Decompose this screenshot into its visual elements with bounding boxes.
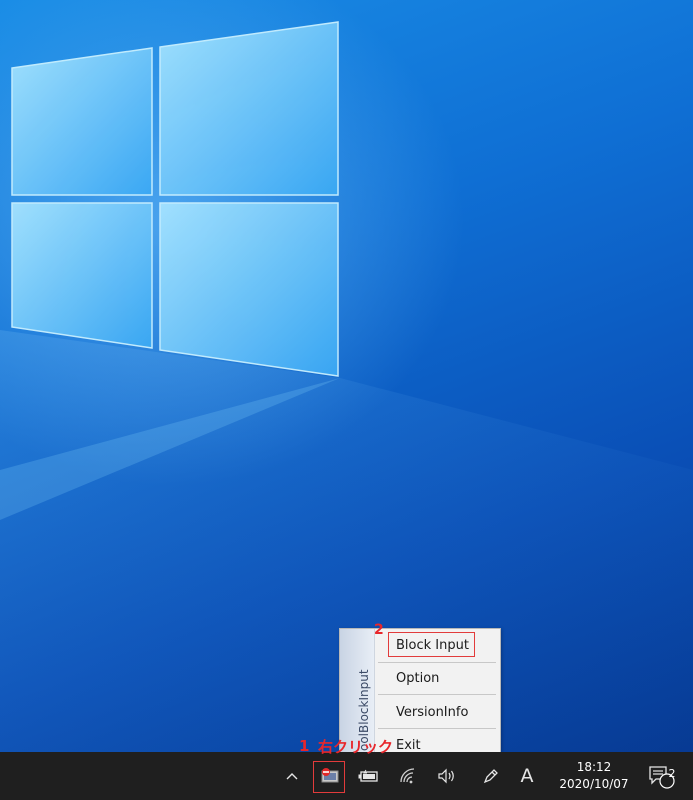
annotation-step1-number: 1: [299, 737, 310, 755]
logo-pane-top-left: [11, 47, 153, 196]
pen-icon[interactable]: [478, 752, 504, 800]
menu-separator: [378, 662, 496, 663]
menu-sidebar: oolBlockInput: [340, 629, 375, 753]
notification-count-badge: 2: [668, 767, 676, 780]
annotation-step2-number: 2: [374, 622, 384, 638]
menu-item-label: Option: [396, 670, 440, 686]
highlight-tray-icon: [313, 761, 345, 793]
clock-time: 18:12: [576, 760, 612, 774]
logo-pane-bottom-right: [159, 202, 339, 377]
annotation-step1-text: 右クリック: [318, 738, 394, 756]
ime-icon[interactable]: A: [514, 752, 540, 800]
highlight-block-input: [388, 632, 475, 657]
menu-separator: [378, 694, 496, 695]
logo-pane-top-right: [159, 21, 339, 196]
menu-item-versioninfo[interactable]: VersionInfo: [376, 698, 498, 726]
menu-item-label: VersionInfo: [396, 704, 469, 720]
logo-pane-bottom-left: [11, 202, 153, 349]
menu-item-label: Exit: [396, 737, 421, 753]
menu-item-option[interactable]: Option: [376, 664, 498, 692]
notification-center-icon[interactable]: 2: [640, 752, 680, 800]
taskbar: A 18:12 2020/10/07 2: [0, 752, 693, 800]
battery-icon[interactable]: [355, 752, 383, 800]
volume-icon[interactable]: [434, 752, 460, 800]
menu-separator: [378, 728, 496, 729]
wifi-icon[interactable]: [395, 752, 421, 800]
clock-date: 2020/10/07: [559, 777, 629, 791]
taskbar-clock[interactable]: 18:12 2020/10/07: [556, 756, 632, 796]
chevron-up-icon[interactable]: [280, 752, 304, 800]
